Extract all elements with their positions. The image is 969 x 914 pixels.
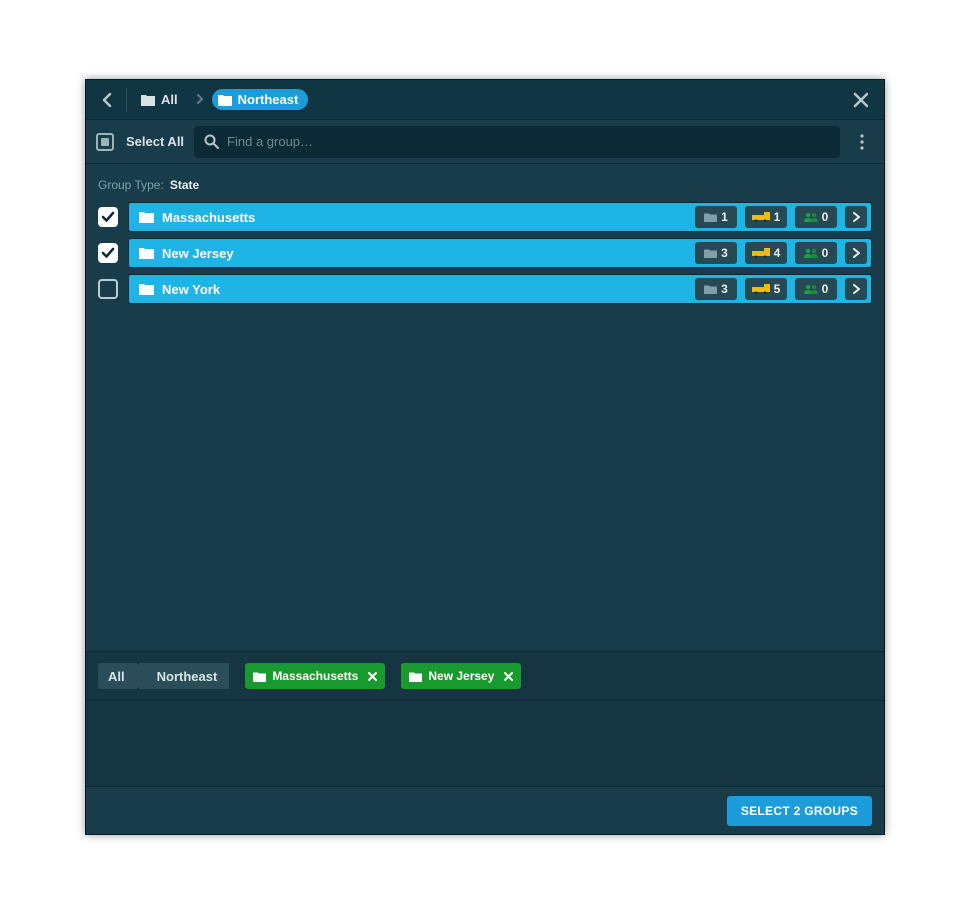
group-type-header: Group Type: State: [98, 178, 872, 192]
folder-icon: [253, 671, 266, 682]
badge-value: 3: [721, 282, 728, 296]
group-item[interactable]: New York 3 5 0: [128, 274, 872, 304]
more-menu-button[interactable]: [850, 130, 874, 154]
badge-value: 3: [721, 246, 728, 260]
row-checkbox[interactable]: [98, 243, 118, 263]
breadcrumb-current[interactable]: Northeast: [212, 89, 309, 110]
dialog-header: All Northeast: [86, 80, 884, 120]
badge-value: 4: [774, 246, 781, 260]
folder-icon: [139, 247, 154, 259]
driver-count-badge: 0: [795, 206, 837, 228]
expand-button[interactable]: [845, 278, 867, 300]
folder-icon: [409, 671, 422, 682]
breadcrumb-separator-icon: [196, 92, 204, 107]
badge-value: 5: [774, 282, 781, 296]
vehicle-count-badge: 4: [745, 242, 787, 264]
expand-button[interactable]: [845, 206, 867, 228]
header-divider: [126, 88, 127, 112]
folder-icon: [704, 248, 717, 258]
row-checkbox[interactable]: [98, 207, 118, 227]
folder-icon: [704, 212, 717, 222]
driver-count-badge: 0: [795, 242, 837, 264]
selection-area: All Northeast Massachusetts New Jersey: [86, 651, 884, 786]
badge-value: 1: [774, 210, 781, 224]
select-groups-button[interactable]: SELECT 2 GROUPS: [727, 796, 872, 826]
subfolder-count-badge: 3: [695, 242, 737, 264]
vehicle-icon: [752, 284, 770, 294]
breadcrumb-current-label: Northeast: [238, 92, 299, 107]
selection-bar: All Northeast Massachusetts New Jersey: [86, 652, 884, 700]
vehicle-icon: [752, 212, 770, 222]
drivers-icon: [804, 284, 818, 294]
selection-spacer: [86, 700, 884, 786]
badge-value: 0: [822, 282, 829, 296]
select-all-checkbox[interactable]: [96, 133, 114, 151]
chip-label: Massachusetts: [272, 669, 358, 683]
badge-value: 1: [721, 210, 728, 224]
folder-icon: [141, 94, 155, 106]
vehicle-count-badge: 1: [745, 206, 787, 228]
chip-label: New Jersey: [428, 669, 494, 683]
group-list: Group Type: State Massachusetts 1 1: [86, 164, 884, 651]
breadcrumb-root-label: All: [161, 92, 178, 107]
drivers-icon: [804, 248, 818, 258]
chip-remove-button[interactable]: [368, 672, 377, 681]
toolbar: Select All: [86, 120, 884, 164]
group-name: New Jersey: [162, 246, 687, 261]
drivers-icon: [804, 212, 818, 222]
select-all-label: Select All: [126, 134, 184, 149]
group-row: New York 3 5 0: [98, 274, 872, 304]
subfolder-count-badge: 1: [695, 206, 737, 228]
row-checkbox[interactable]: [98, 279, 118, 299]
group-row: Massachusetts 1 1 0: [98, 202, 872, 232]
expand-button[interactable]: [845, 242, 867, 264]
badge-value: 0: [822, 246, 829, 260]
subfolder-count-badge: 3: [695, 278, 737, 300]
selected-chip[interactable]: Massachusetts: [245, 663, 385, 689]
driver-count-badge: 0: [795, 278, 837, 300]
vehicle-icon: [752, 248, 770, 258]
group-name: Massachusetts: [162, 210, 687, 225]
search-input[interactable]: [227, 134, 830, 149]
chip-remove-button[interactable]: [504, 672, 513, 681]
folder-icon: [139, 283, 154, 295]
group-row: New Jersey 3 4 0: [98, 238, 872, 268]
back-button[interactable]: [96, 89, 118, 111]
folder-icon: [218, 94, 232, 106]
dialog-footer: SELECT 2 GROUPS: [86, 786, 884, 834]
group-name: New York: [162, 282, 687, 297]
group-type-value: State: [170, 178, 199, 192]
search-field[interactable]: [194, 126, 840, 158]
trail-segment-northeast[interactable]: Northeast: [139, 663, 230, 689]
group-selector-dialog: All Northeast Select All Group Type: Sta…: [85, 79, 885, 835]
selected-chip[interactable]: New Jersey: [401, 663, 521, 689]
group-item[interactable]: New Jersey 3 4 0: [128, 238, 872, 268]
selection-trail: All Northeast: [98, 663, 229, 689]
group-type-label: Group Type:: [98, 178, 164, 192]
folder-icon: [139, 211, 154, 223]
trail-segment-all[interactable]: All: [98, 663, 137, 689]
search-icon: [204, 134, 219, 149]
breadcrumb-root[interactable]: All: [135, 89, 188, 110]
badge-value: 0: [822, 210, 829, 224]
vehicle-count-badge: 5: [745, 278, 787, 300]
folder-icon: [704, 284, 717, 294]
group-item[interactable]: Massachusetts 1 1 0: [128, 202, 872, 232]
close-button[interactable]: [848, 87, 874, 113]
